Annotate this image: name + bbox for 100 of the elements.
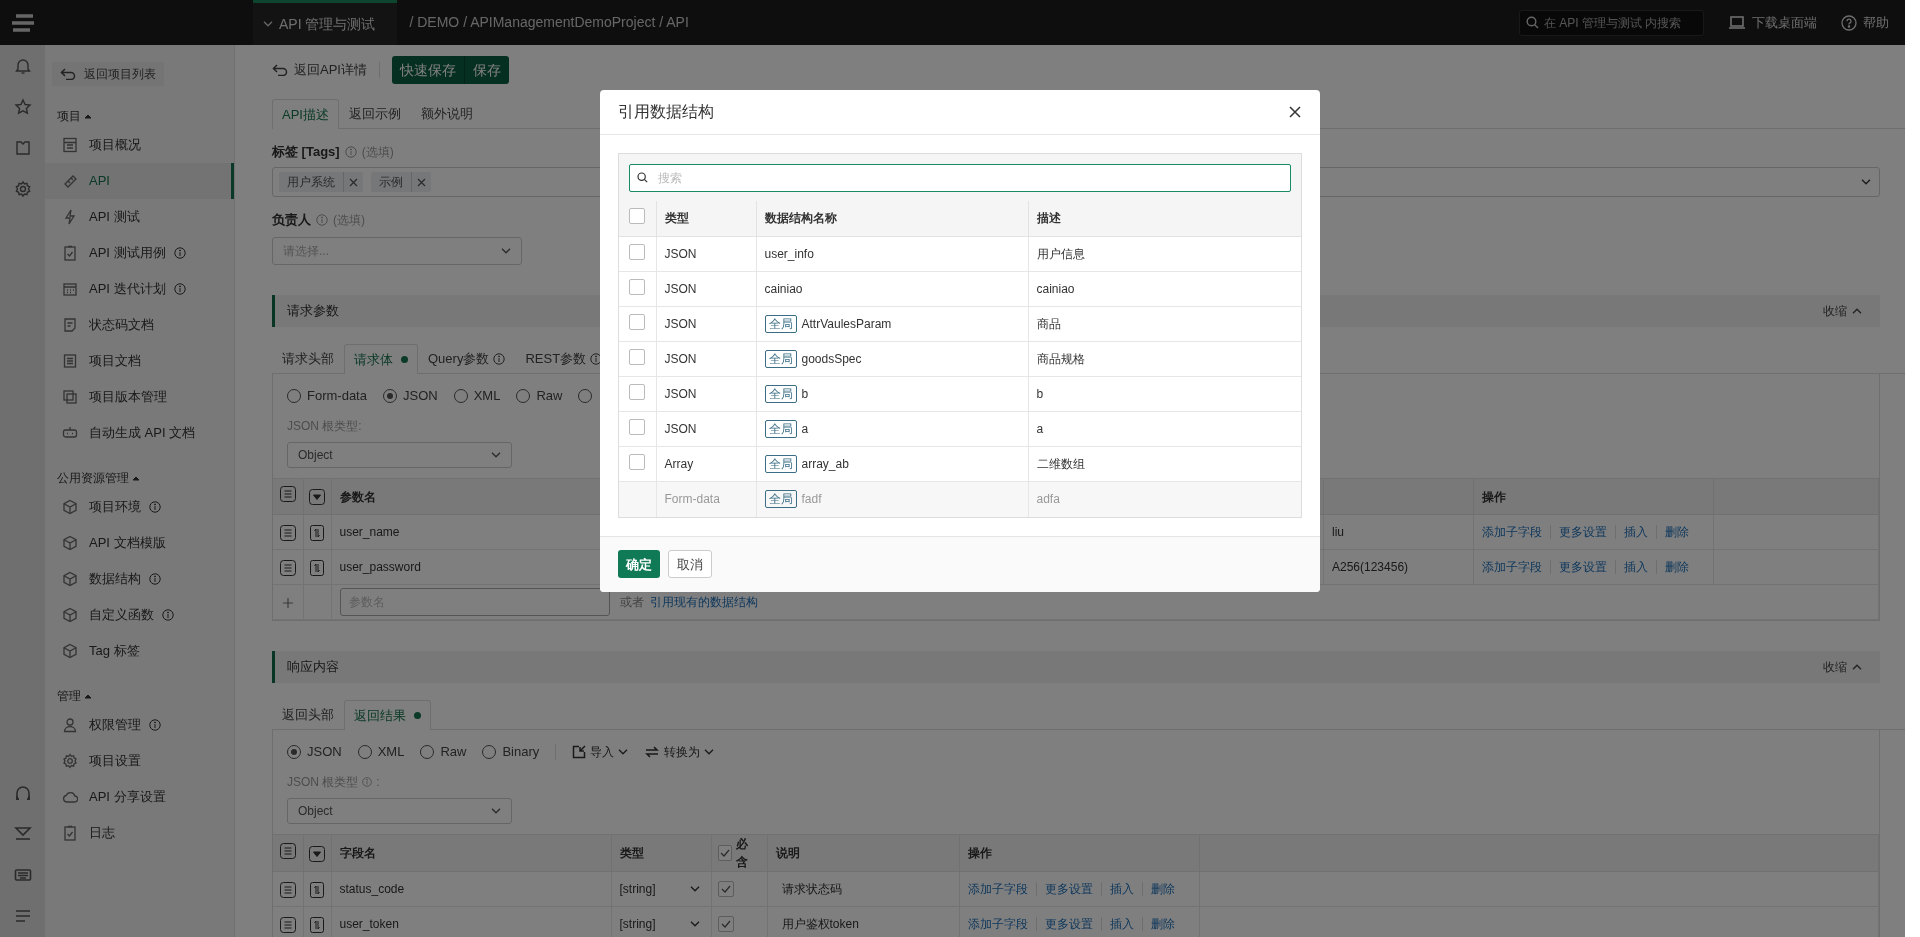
drag-handle-icon[interactable] (279, 881, 296, 898)
radio-option[interactable]: Form-data (287, 386, 367, 406)
download-icon[interactable] (13, 825, 32, 843)
sidebar-item[interactable]: 自动生成 API 文档 (45, 415, 234, 451)
sidebar-item[interactable]: 项目版本管理 (45, 379, 234, 415)
logo-icon[interactable] (9, 11, 36, 34)
sidebar-item[interactable]: Tag 标签 (45, 633, 234, 669)
tab[interactable]: REST参数 (515, 344, 613, 373)
keyboard-icon[interactable] (13, 866, 32, 884)
sidebar-item[interactable]: API 分享设置 (45, 779, 234, 815)
sort-icon[interactable] (310, 881, 324, 898)
sort-icon[interactable] (310, 916, 324, 933)
checkbox[interactable] (629, 278, 646, 295)
action-link[interactable]: 删除 (1656, 525, 1697, 539)
sort-icon[interactable] (310, 559, 324, 576)
checkbox[interactable] (629, 383, 646, 400)
bell-icon[interactable] (13, 57, 32, 75)
group-header[interactable]: 公用资源管理 (57, 469, 129, 487)
checkbox[interactable] (629, 348, 646, 365)
collapse-button[interactable]: 收缩 (1817, 657, 1868, 677)
tab[interactable]: 请求体 (344, 344, 418, 374)
group-header[interactable]: 管理 (57, 687, 81, 705)
drag-handle-icon[interactable] (279, 524, 296, 541)
drag-handle-icon[interactable] (279, 916, 296, 933)
root-type-select[interactable]: Object (287, 798, 512, 824)
action-link[interactable]: 删除 (1141, 917, 1183, 931)
drag-handle-icon[interactable] (279, 559, 296, 576)
radio-option[interactable]: JSON (382, 386, 438, 406)
star-icon[interactable] (13, 98, 32, 116)
action-link[interactable]: 添加子字段 (967, 917, 1036, 931)
root-type-select[interactable]: Object (287, 442, 512, 468)
sidebar-item[interactable]: 项目环境 (45, 489, 234, 525)
reference-link[interactable]: 引用现有的数据结构 (649, 593, 758, 611)
help-link[interactable]: 帮助 (1841, 12, 1889, 33)
cancel-button[interactable]: 取消 (668, 550, 712, 579)
action-link[interactable]: 更多设置 (1550, 560, 1615, 574)
headset-icon[interactable] (13, 784, 32, 802)
action-link[interactable]: 添加子字段 (1482, 525, 1550, 539)
checkbox[interactable] (717, 881, 734, 897)
checkbox[interactable] (629, 243, 646, 260)
sidebar-item[interactable]: 状态码文档 (45, 307, 234, 343)
gear-icon[interactable] (13, 180, 32, 198)
action-link[interactable]: 添加子字段 (1482, 560, 1550, 574)
sidebar-item[interactable]: 日志 (45, 815, 234, 851)
search-field[interactable]: 搜索 (629, 163, 1291, 192)
caret-up-icon[interactable] (84, 113, 92, 119)
checkbox[interactable] (629, 207, 646, 224)
shirt-icon[interactable] (13, 139, 32, 157)
search-field[interactable]: 在 API 管理与测试 内搜索 (1519, 9, 1704, 36)
list-icon[interactable] (279, 486, 296, 502)
product-menu[interactable]: API 管理与测试 (253, 0, 398, 45)
back-button[interactable]: 返回项目列表 (52, 62, 164, 86)
tab[interactable]: 额外说明 (410, 99, 483, 128)
action-link[interactable]: 更多设置 (1035, 917, 1101, 931)
download-link[interactable]: 下载桌面端 (1728, 12, 1817, 33)
checkbox[interactable] (629, 418, 646, 435)
sidebar-item[interactable]: 项目设置 (45, 743, 234, 779)
sort-icon[interactable] (310, 524, 324, 541)
radio-option[interactable]: XML (453, 386, 501, 406)
sidebar-item[interactable]: API 测试 (45, 199, 234, 235)
action-link[interactable]: 插入 (1615, 525, 1656, 539)
caret-up-icon[interactable] (84, 693, 92, 699)
action-link[interactable]: 更多设置 (1550, 525, 1615, 539)
confirm-button[interactable]: 确定 (618, 550, 660, 579)
caret-down-icon[interactable] (309, 489, 325, 506)
radio-option[interactable]: JSON (287, 742, 342, 762)
toolbar-button[interactable]: 转换为 (644, 743, 715, 761)
action-link[interactable]: 添加子字段 (967, 882, 1036, 896)
checkbox[interactable] (629, 453, 646, 470)
sidebar-item[interactable]: 自定义函数 (45, 597, 234, 633)
sidebar-item[interactable]: API (45, 163, 234, 199)
sidebar-item[interactable]: 数据结构 (45, 561, 234, 597)
tab[interactable]: 返回示例 (338, 99, 411, 128)
list-icon[interactable] (279, 842, 296, 859)
action-link[interactable]: 插入 (1615, 560, 1656, 574)
radio-option[interactable]: Binary (482, 742, 540, 762)
checkbox[interactable] (717, 845, 733, 861)
tab[interactable]: API描述 (272, 99, 339, 129)
radio-option[interactable]: Raw (516, 386, 563, 406)
caret-down-icon[interactable] (309, 845, 325, 862)
tab[interactable]: 返回头部 (272, 700, 344, 729)
action-link[interactable]: 删除 (1656, 560, 1697, 574)
add-icon[interactable] (281, 596, 294, 609)
radio-option[interactable]: XML (357, 742, 405, 762)
checkbox[interactable] (717, 916, 734, 932)
sidebar-item[interactable]: API 文档模版 (45, 525, 234, 561)
radio-option[interactable]: Raw (420, 742, 467, 762)
menu-icon[interactable] (13, 907, 32, 925)
checkbox[interactable] (629, 313, 646, 330)
tab[interactable]: 请求头部 (272, 344, 344, 373)
back-button[interactable]: 返回API详情 (272, 60, 367, 80)
tab[interactable]: Query参数 (418, 344, 516, 373)
action-link[interactable]: 插入 (1100, 882, 1142, 896)
sidebar-item[interactable]: 项目文档 (45, 343, 234, 379)
action-link[interactable]: 更多设置 (1035, 882, 1101, 896)
sidebar-item[interactable]: API 迭代计划 (45, 271, 234, 307)
toolbar-button[interactable]: 导入 (572, 743, 629, 761)
quick-save-button[interactable]: 快速保存 (391, 56, 465, 84)
action-link[interactable]: 插入 (1100, 917, 1142, 931)
sidebar-item[interactable]: 权限管理 (45, 707, 234, 743)
